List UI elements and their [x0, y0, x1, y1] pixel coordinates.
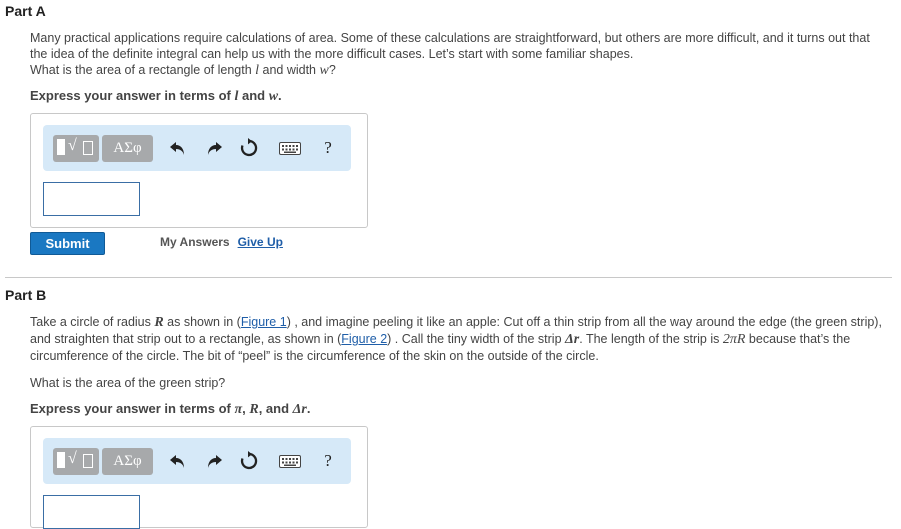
give-up-link[interactable]: Give Up [238, 235, 283, 249]
var-R: R [154, 315, 164, 330]
part-a-answer-input[interactable] [43, 182, 140, 216]
help-icon[interactable]: ? [317, 450, 339, 472]
template-icon [57, 139, 65, 155]
part-b-title: Part B [5, 287, 47, 303]
part-a-answer-box: √ ΑΣφ ? [30, 113, 368, 228]
part-b-answer-input[interactable] [43, 495, 140, 529]
undo-icon[interactable] [167, 137, 189, 159]
part-b-question: What is the area of the green strip? [30, 376, 226, 390]
part-b-answer-box: √ ΑΣφ ? [30, 426, 368, 529]
greek-symbols-button[interactable]: ΑΣφ [102, 448, 153, 475]
part-divider [5, 277, 892, 278]
help-icon[interactable]: ? [317, 137, 339, 159]
keyboard-icon[interactable] [277, 450, 303, 472]
reset-icon[interactable] [238, 450, 260, 472]
sqrt-icon: √ [68, 137, 77, 154]
part-b-intro: Take a circle of radius R as shown in (F… [30, 314, 890, 364]
var-2piR: 2πR [722, 332, 746, 347]
part-a-submit-button[interactable]: Submit [30, 232, 105, 255]
part-b-intro-text: Take a circle of radius R as shown in (F… [30, 315, 882, 363]
part-a-express: Express your answer in terms of l and w. [30, 88, 282, 104]
greek-label: ΑΣφ [113, 453, 142, 469]
undo-icon[interactable] [167, 450, 189, 472]
greek-symbols-button[interactable]: ΑΣφ [102, 135, 153, 162]
box-icon [83, 141, 93, 155]
template-button[interactable]: √ [53, 135, 99, 162]
part-a-intro-text: Many practical applications require calc… [30, 31, 870, 61]
part-a-intro: Many practical applications require calc… [30, 30, 890, 79]
template-icon [57, 452, 65, 468]
greek-label: ΑΣφ [113, 140, 142, 156]
var-w: w [319, 63, 329, 78]
sqrt-icon: √ [68, 450, 77, 467]
figure-1-link[interactable]: Figure 1 [241, 315, 287, 329]
keyboard-icon[interactable] [277, 137, 303, 159]
reset-icon[interactable] [238, 137, 260, 159]
box-icon [83, 454, 93, 468]
figure-2-link[interactable]: Figure 2 [341, 332, 387, 346]
part-a-title: Part A [5, 3, 46, 19]
redo-icon[interactable] [203, 137, 225, 159]
template-button[interactable]: √ [53, 448, 99, 475]
part-a-math-toolbar: √ ΑΣφ ? [43, 125, 351, 171]
part-b-math-toolbar: √ ΑΣφ ? [43, 438, 351, 484]
redo-icon[interactable] [203, 450, 225, 472]
my-answers-label: My Answers [160, 235, 230, 249]
var-delta-r: Δr [565, 332, 580, 347]
part-a-answer-links: My Answers Give Up [160, 235, 283, 249]
part-b-express: Express your answer in terms of π, R, an… [30, 401, 311, 417]
part-a-question: What is the area of a rectangle of lengt… [30, 63, 336, 78]
